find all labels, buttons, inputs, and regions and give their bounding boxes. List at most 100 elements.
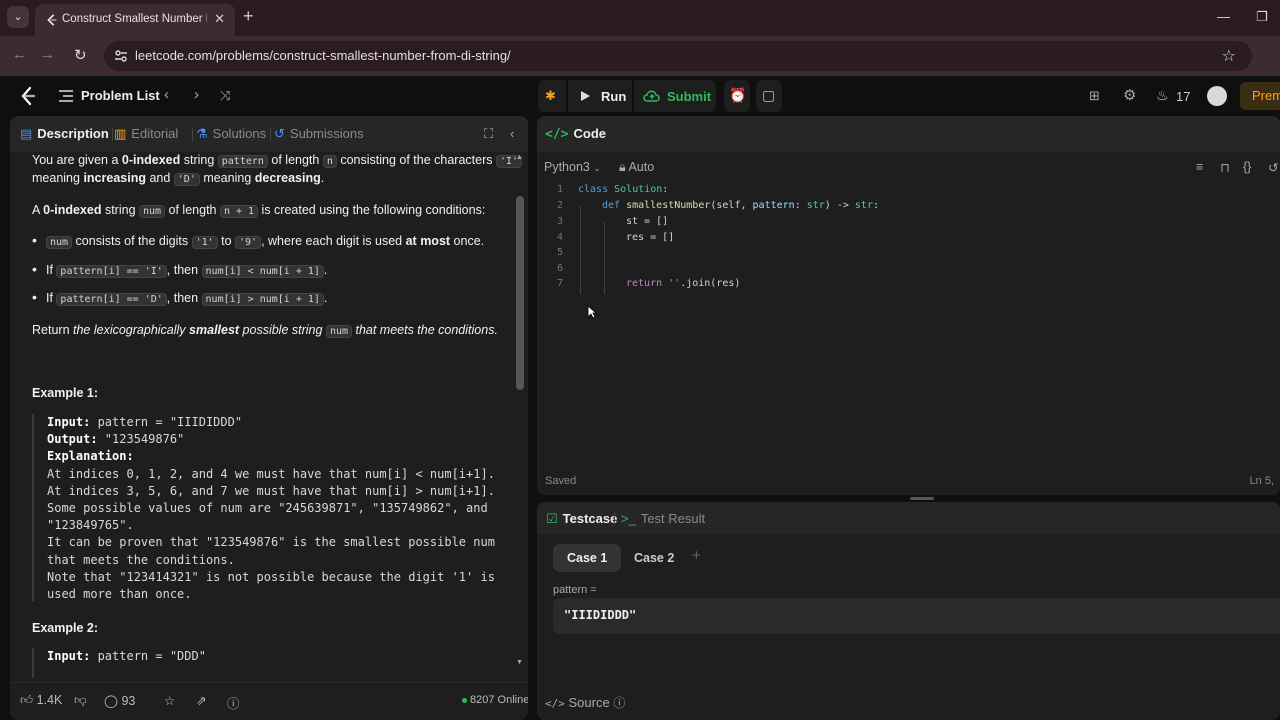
terminal-icon: >_ [621, 511, 636, 526]
timer-button[interactable]: ⏰ [724, 80, 750, 112]
braces-icon[interactable]: {} [1243, 160, 1251, 174]
source-button[interactable]: </> Source ⓘ [545, 694, 625, 711]
cloud-upload-icon [643, 90, 660, 102]
indent-guide [580, 206, 581, 294]
tab-testcase[interactable]: ☑ Testcase [546, 511, 617, 527]
dislike-icon[interactable]: 👎︎ [74, 693, 87, 708]
tab-description[interactable]: ▤ Description [20, 126, 109, 142]
prev-problem-icon[interactable]: ‹ [164, 86, 169, 103]
code-panel: </> Code Python3 ⌄ 🔒︎ Auto ≡ ⊓ {} ↺ 1 clas… [537, 116, 1280, 495]
tab-description-label: Description [37, 126, 109, 141]
example-1-title: Example 1: [32, 386, 99, 400]
explanation-line: At indices 3, 5, 6, and 7 we must have t… [47, 483, 495, 498]
code-icon: </> [545, 127, 569, 142]
help-icon: ⓘ [613, 696, 626, 710]
cursor-position: Ln 5, [1249, 475, 1274, 487]
run-label[interactable]: Run [601, 89, 626, 104]
bookmark-icon[interactable]: ⊓ [1220, 160, 1230, 175]
forward-icon[interactable]: → [40, 46, 55, 63]
explanation-line: used more than once. [47, 586, 192, 601]
format-lines-icon[interactable]: ≡ [1196, 160, 1203, 174]
comment-count: 93 [121, 694, 136, 708]
scroll-up-icon[interactable]: ▲ [516, 154, 523, 161]
bullet-dot: • [32, 232, 37, 248]
tab-code[interactable]: </> Code [545, 126, 606, 142]
tab-solutions[interactable]: ⚗ Solutions [196, 126, 266, 142]
language-select[interactable]: Python3 ⌄ [544, 160, 601, 174]
reset-icon[interactable]: ↺ [1268, 160, 1278, 175]
tab-test-result[interactable]: >_ Test Result [621, 511, 705, 526]
like-button[interactable]: 👍︎ 1.4K [20, 693, 62, 708]
leetcode-logo-icon[interactable] [18, 86, 38, 106]
tab-divider [270, 127, 271, 141]
maximize-panel-icon[interactable]: ⛶ [484, 126, 493, 142]
next-problem-icon[interactable]: › [194, 86, 199, 103]
like-count: 1.4K [36, 693, 63, 707]
statement-line-2: meaning increasing and 'D' meaning decre… [32, 171, 325, 186]
premium-button[interactable]: Prem [1240, 82, 1280, 110]
resize-handle[interactable] [910, 497, 934, 500]
editorial-book-icon: ▥ [114, 126, 127, 141]
scroll-down-icon[interactable]: ▼ [516, 659, 523, 666]
debug-button[interactable]: ✱ [538, 80, 566, 112]
notes-button[interactable]: ▢ [756, 80, 782, 112]
favorite-star-icon[interactable]: ☆ [164, 693, 175, 708]
testcase-tabs: ☑ Testcase >_ Test Result [537, 502, 1280, 534]
scrollbar-thumb[interactable] [516, 196, 524, 390]
bookmark-star-icon[interactable]: ☆ [1222, 46, 1236, 66]
browser-tab[interactable]: Construct Smallest Number Fro ✕ [35, 4, 235, 36]
language-label: Python3 [544, 160, 590, 174]
avatar[interactable] [1207, 86, 1227, 106]
statement-line-1: You are given a 0-indexed string pattern… [32, 151, 523, 171]
return-statement: Return the lexicographically smallest po… [32, 323, 498, 338]
param-label: pattern = [553, 584, 597, 596]
top-nav: Problem List ‹ › ⤨ ✱ Run Submit ⏰ ▢ ⊞ ⚙ … [0, 76, 1280, 116]
problem-list-link[interactable]: Problem List [81, 88, 160, 103]
tab-code-label: Code [573, 126, 606, 141]
tab-solutions-label: Solutions [212, 126, 267, 141]
example-2-title: Example 2: [32, 621, 99, 635]
problem-list-icon [59, 90, 73, 102]
help-icon[interactable]: ⓘ [227, 693, 240, 712]
auto-mode-toggle[interactable]: 🔒︎ Auto [619, 160, 654, 175]
submit-label[interactable]: Submit [667, 89, 711, 104]
bullet-dot: • [32, 261, 37, 277]
add-case-icon[interactable]: + [692, 547, 701, 564]
share-icon[interactable]: ⇗ [196, 693, 206, 708]
testcase-panel: ☑ Testcase >_ Test Result Case 1 Case 2 + … [537, 502, 1280, 720]
case-1-tab[interactable]: Case 1 [553, 544, 622, 572]
explanation-line: that meets the conditions. [47, 552, 235, 567]
tab-submissions[interactable]: ↺ Submissions [274, 126, 364, 142]
tab-editorial[interactable]: ▥ Editorial [114, 126, 178, 142]
explanation-line: Note that "123414321" is not possible be… [47, 569, 495, 584]
param-value-input[interactable]: "IIIDIDDD" [553, 598, 1280, 634]
tab-editorial-label: Editorial [131, 126, 179, 141]
solutions-flask-icon: ⚗ [196, 126, 208, 141]
code-icon: </> [545, 697, 565, 710]
layout-grid-icon[interactable]: ⊞ [1089, 88, 1100, 104]
minimize-button[interactable]: — [1217, 9, 1230, 24]
example-2-input: Input: pattern = "DDD" [47, 649, 206, 663]
comments-button[interactable]: ◯ 93 [104, 693, 135, 708]
random-problem-icon[interactable]: ⤨ [220, 88, 230, 104]
streak-count[interactable]: 17 [1176, 89, 1190, 104]
url-text: leetcode.com/problems/construct-smallest… [135, 48, 511, 63]
indent-guide [604, 222, 605, 294]
back-icon[interactable]: ← [12, 46, 27, 63]
site-info-icon[interactable] [113, 48, 129, 64]
case-2-tab[interactable]: Case 2 [620, 544, 688, 572]
tab-search-button[interactable]: ⌄ [7, 6, 29, 28]
scrollbar-track[interactable] [524, 152, 528, 666]
example-2-box: Input: pattern = "DDD" [32, 648, 512, 678]
reload-icon[interactable]: ↻ [74, 46, 87, 64]
submissions-history-icon: ↺ [274, 126, 285, 141]
maximize-button[interactable]: ❐ [1256, 9, 1268, 25]
collapse-panel-icon[interactable]: ‹ [510, 126, 514, 141]
url-bar[interactable]: leetcode.com/problems/construct-smallest… [104, 41, 1252, 71]
bullet-dot: • [32, 289, 37, 305]
settings-gear-icon[interactable]: ⚙ [1123, 86, 1136, 104]
tab-title: Construct Smallest Number Fro [62, 13, 207, 25]
code-editor[interactable]: 1 class Solution: 2 def smallestNumber(sel… [537, 182, 1280, 482]
new-tab-button[interactable]: + [243, 7, 254, 25]
tab-close-icon[interactable]: ✕ [214, 11, 225, 27]
